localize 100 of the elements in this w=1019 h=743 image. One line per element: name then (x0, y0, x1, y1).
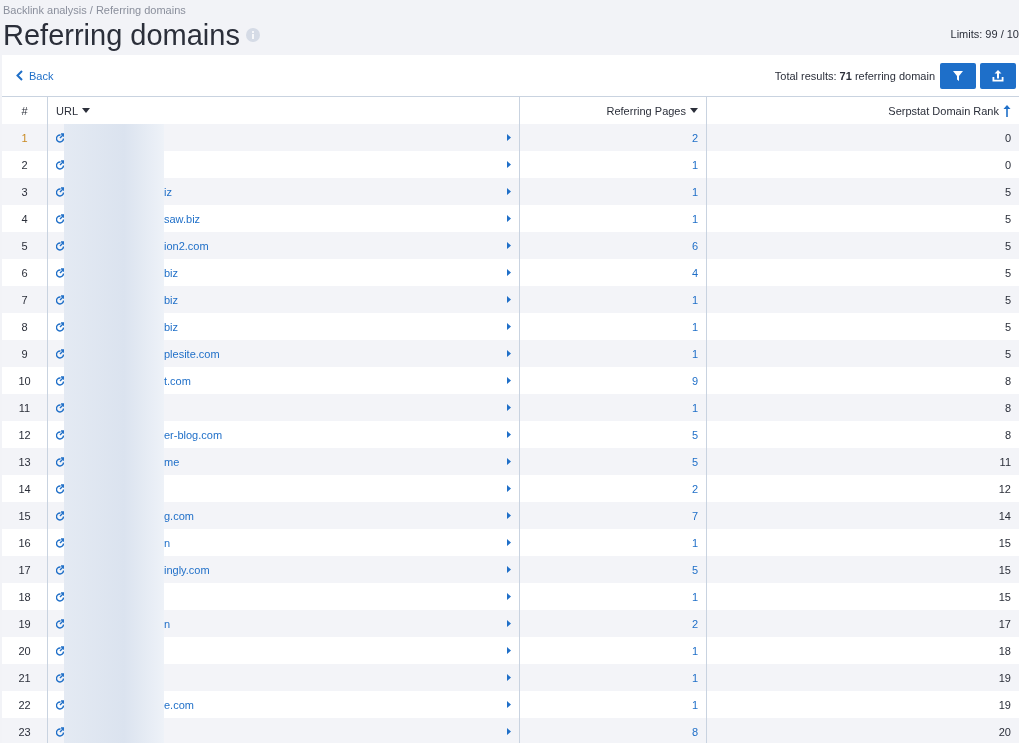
expand-arrow-icon[interactable] (507, 350, 511, 357)
column-header[interactable]: URL (56, 104, 78, 117)
external-link-icon[interactable] (56, 321, 65, 332)
domain-link[interactable]: biz (164, 320, 179, 333)
external-link-icon[interactable] (56, 294, 65, 305)
external-link-icon[interactable] (56, 429, 65, 440)
external-link-icon[interactable] (56, 267, 65, 278)
expand-arrow-icon[interactable] (507, 377, 511, 384)
external-link-icon[interactable] (56, 132, 65, 143)
external-link-icon[interactable] (56, 537, 65, 548)
pages-link[interactable]: 7 (691, 509, 698, 522)
external-link-icon[interactable] (56, 159, 65, 170)
domain-link[interactable]: er-blog.com (164, 428, 223, 441)
expand-arrow-icon[interactable] (507, 134, 511, 141)
pages-link[interactable]: 1 (691, 401, 698, 414)
export-button[interactable] (980, 62, 1016, 89)
pages-link[interactable]: 5 (691, 428, 698, 441)
pages-link[interactable]: 6 (691, 239, 698, 252)
domain-link[interactable]: me (164, 455, 180, 468)
external-link-icon[interactable] (56, 564, 65, 575)
external-link-icon[interactable] (56, 618, 65, 629)
domain-link[interactable]: n (164, 536, 171, 549)
expand-arrow-icon[interactable] (507, 647, 511, 654)
domain-link[interactable]: t.com (164, 374, 191, 387)
expand-arrow-icon[interactable] (507, 566, 511, 573)
pages-link[interactable]: 1 (691, 185, 698, 198)
row-number: 12 (18, 428, 31, 441)
pages-link[interactable]: 8 (691, 725, 698, 738)
external-link-icon[interactable] (56, 699, 65, 710)
sort-caret-icon[interactable] (82, 108, 90, 113)
pages-link[interactable]: 1 (691, 347, 698, 360)
external-link-icon[interactable] (56, 726, 65, 737)
domain-link[interactable]: n (164, 617, 171, 630)
expand-arrow-icon[interactable] (507, 458, 511, 465)
external-link-icon[interactable] (56, 483, 65, 494)
column-header[interactable]: # (21, 104, 28, 117)
external-link-icon[interactable] (56, 591, 65, 602)
domain-link[interactable]: e.com (164, 698, 194, 711)
pages-link[interactable]: 1 (691, 320, 698, 333)
pages-link[interactable]: 9 (691, 374, 698, 387)
domain-link[interactable]: saw.biz (164, 212, 201, 225)
domain-link[interactable]: iz (164, 185, 172, 198)
expand-arrow-icon[interactable] (507, 485, 511, 492)
domain-link[interactable]: ion2.com (164, 239, 209, 252)
external-link-icon[interactable] (56, 645, 65, 656)
expand-arrow-icon[interactable] (507, 242, 511, 249)
external-link-icon[interactable] (56, 186, 65, 197)
domain-link[interactable]: biz (164, 266, 179, 279)
row-number: 20 (18, 644, 31, 657)
pages-link[interactable]: 4 (691, 266, 698, 279)
external-link-icon[interactable] (56, 240, 65, 251)
domain-link[interactable]: g.com (164, 509, 194, 522)
sort-up-arrow-icon[interactable] (1003, 104, 1011, 117)
pages-link[interactable]: 2 (691, 131, 698, 144)
column-header[interactable]: Referring Pages (606, 104, 686, 117)
external-link-icon[interactable] (56, 510, 65, 521)
expand-arrow-icon[interactable] (507, 620, 511, 627)
expand-arrow-icon[interactable] (507, 431, 511, 438)
expand-arrow-icon[interactable] (507, 728, 511, 735)
external-link-icon[interactable] (56, 375, 65, 386)
expand-arrow-icon[interactable] (507, 701, 511, 708)
expand-arrow-icon[interactable] (507, 593, 511, 600)
expand-arrow-icon[interactable] (507, 161, 511, 168)
expand-arrow-icon[interactable] (507, 188, 511, 195)
rank-value: 8 (1004, 374, 1011, 387)
pages-link[interactable]: 2 (691, 617, 698, 630)
domain-link[interactable]: ingly.com (164, 563, 210, 576)
external-link-icon[interactable] (56, 348, 65, 359)
expand-arrow-icon[interactable] (507, 674, 511, 681)
domain-link[interactable]: plesite.com (164, 347, 220, 360)
expand-arrow-icon[interactable] (507, 404, 511, 411)
external-link-icon[interactable] (56, 402, 65, 413)
filter-button[interactable] (940, 62, 976, 89)
expand-arrow-icon[interactable] (507, 296, 511, 303)
pages-link[interactable]: 5 (691, 563, 698, 576)
expand-arrow-icon[interactable] (507, 323, 511, 330)
pages-link[interactable]: 1 (691, 158, 698, 171)
column-header[interactable]: Serpstat Domain Rank (888, 104, 999, 117)
external-link-icon[interactable] (56, 213, 65, 224)
external-link-icon[interactable] (56, 672, 65, 683)
pages-link[interactable]: 2 (691, 482, 698, 495)
pages-link[interactable]: 1 (691, 590, 698, 603)
sort-caret-icon[interactable] (690, 108, 698, 113)
rank-value: 19 (998, 671, 1011, 684)
pages-link[interactable]: 5 (691, 455, 698, 468)
pages-link[interactable]: 1 (691, 644, 698, 657)
expand-arrow-icon[interactable] (507, 512, 511, 519)
domain-link[interactable]: biz (164, 293, 179, 306)
expand-arrow-icon[interactable] (507, 539, 511, 546)
pages-link[interactable]: 1 (691, 671, 698, 684)
pages-link[interactable]: 1 (691, 698, 698, 711)
expand-arrow-icon[interactable] (507, 215, 511, 222)
pages-link[interactable]: 1 (691, 212, 698, 225)
back-link[interactable]: Back (16, 69, 54, 82)
pages-link[interactable]: 1 (691, 536, 698, 549)
rank-value: 15 (998, 590, 1011, 603)
rank-value: 5 (1004, 293, 1011, 306)
external-link-icon[interactable] (56, 456, 65, 467)
pages-link[interactable]: 1 (691, 293, 698, 306)
expand-arrow-icon[interactable] (507, 269, 511, 276)
